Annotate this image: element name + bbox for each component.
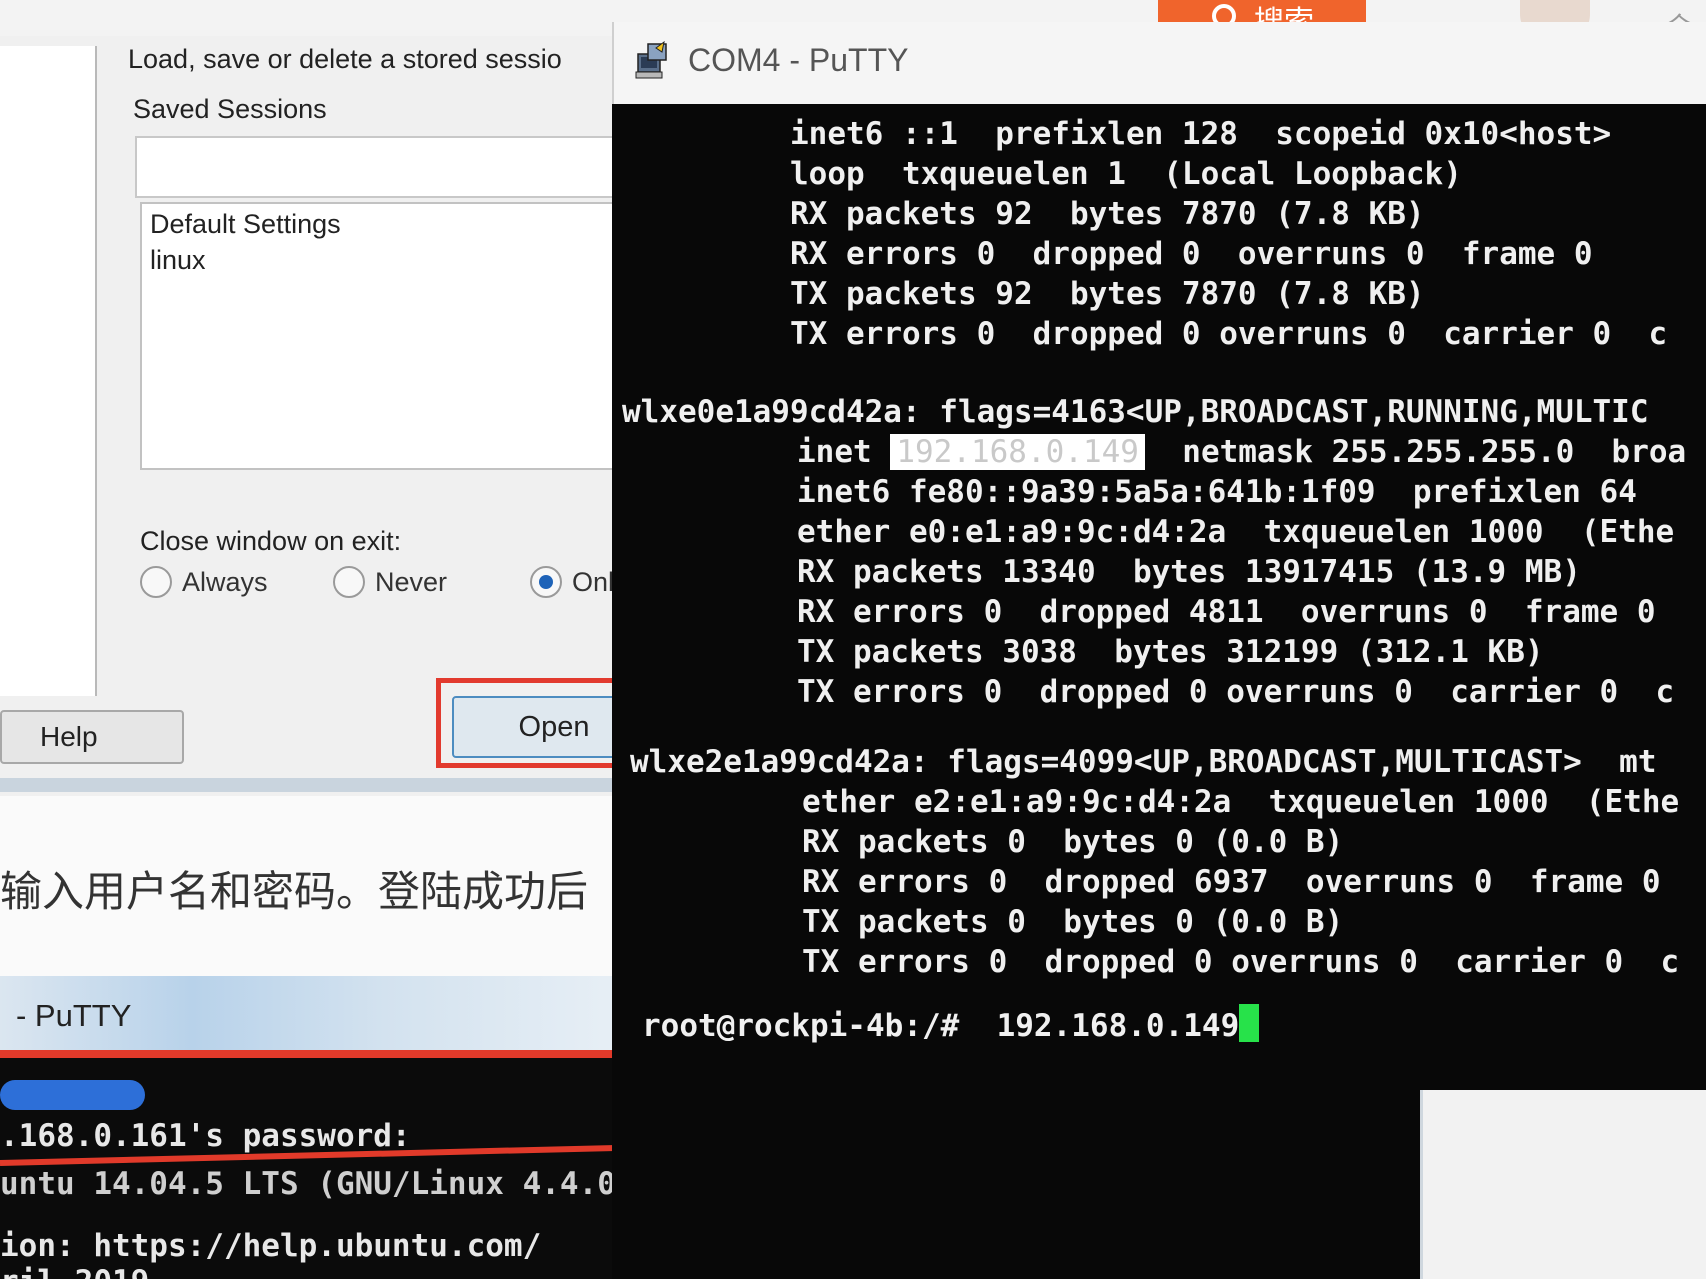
terminal-line: RX packets 92 bytes 7870 (7.8 KB) <box>790 196 1425 232</box>
terminal-line: RX packets 13340 bytes 13917415 (13.9 MB… <box>797 554 1581 590</box>
putty-window-titlebar[interactable]: - PuTTY <box>0 976 640 1058</box>
terminal-line: TX packets 92 bytes 7870 (7.8 KB) <box>790 276 1425 312</box>
terminal-prompt-line[interactable]: root@rockpi-4b:/# 192.168.0.149 <box>642 1004 1260 1044</box>
saved-sessions-input[interactable] <box>135 136 659 198</box>
terminal-line: ion: https://help.ubuntu.com/ <box>0 1228 542 1264</box>
putty-config-dialog: Load, save or delete a stored sessio Sav… <box>0 36 664 796</box>
article-text: 输入用户名和密码。登陆成功后 <box>0 867 589 916</box>
terminal-cursor <box>1239 1004 1260 1042</box>
session-item-linux[interactable]: linux <box>142 240 662 276</box>
netmask-text: netmask 255.255.255.0 broa <box>1182 434 1687 470</box>
terminal-line: RX errors 0 dropped 0 overruns 0 frame 0 <box>790 236 1593 272</box>
terminal-line: untu 14.04.5 LTS (GNU/Linux 4.4.0-109-ge… <box>0 1166 650 1202</box>
typed-command: 192.168.0.149 <box>996 1008 1240 1044</box>
radio-always-label: Always <box>182 566 268 597</box>
radio-only-label: Onl <box>572 566 615 597</box>
dialog-bottom-bar <box>0 778 640 792</box>
terminal-line: TX errors 0 dropped 0 overruns 0 carrier… <box>802 944 1680 980</box>
terminal-line: TX packets 0 bytes 0 (0.0 B) <box>802 904 1344 940</box>
saved-sessions-label: Saved Sessions <box>133 94 327 124</box>
radio-only-indicator[interactable] <box>530 566 562 598</box>
terminal-line: .168.0.161's password: <box>0 1118 411 1154</box>
terminal-line: wlxe2e1a99cd42a: flags=4099<UP,BROADCAST… <box>630 744 1657 780</box>
ssh-terminal[interactable]: .168.0.161's password: untu 14.04.5 LTS … <box>0 1058 650 1279</box>
putty-app-icon <box>635 40 667 79</box>
terminal-line: ether e2:e1:a9:9c:d4:2a txqueuelen 1000 … <box>802 784 1680 820</box>
terminal-line: TX packets 3038 bytes 312199 (312.1 KB) <box>797 634 1544 670</box>
terminal-line: loop txqueuelen 1 (Local Loopback) <box>790 156 1462 192</box>
radio-never-indicator[interactable] <box>333 566 365 598</box>
close-window-label: Close window on exit: <box>140 526 402 556</box>
com4-window-title: COM4 - PuTTY <box>688 42 909 78</box>
redaction-mark <box>0 1080 145 1110</box>
shell-prompt: root@rockpi-4b:/# <box>642 1008 960 1044</box>
radio-never[interactable]: Never <box>333 566 447 598</box>
terminal-line-inet: inet 192.168.0.149 netmask 255.255.255.0… <box>797 434 1686 470</box>
terminal-line: RX packets 0 bytes 0 (0.0 B) <box>802 824 1344 860</box>
session-item-default[interactable]: Default Settings <box>142 204 662 240</box>
terminal-line: ril 2019. <box>0 1264 168 1279</box>
red-annotation-line <box>0 1050 640 1058</box>
category-tree-panel[interactable] <box>0 46 97 696</box>
terminal-line: wlxe0e1a99cd42a: flags=4163<UP,BROADCAST… <box>622 394 1649 430</box>
inet-label: inet <box>797 434 872 470</box>
radio-always-indicator[interactable] <box>140 566 172 598</box>
terminal-line: RX errors 0 dropped 6937 overruns 0 fram… <box>802 864 1661 900</box>
article-area: 输入用户名和密码。登陆成功后 <box>0 796 640 976</box>
radio-always[interactable]: Always <box>140 566 268 598</box>
radio-only-clean[interactable]: Onl <box>530 566 614 598</box>
putty-window-title: - PuTTY <box>16 998 132 1033</box>
terminal-line: RX errors 0 dropped 4811 overruns 0 fram… <box>797 594 1656 630</box>
background-window <box>1420 1090 1706 1279</box>
com4-titlebar[interactable]: COM4 - PuTTY <box>612 22 1706 104</box>
terminal-line: ether e0:e1:a9:9c:d4:2a txqueuelen 1000 … <box>797 514 1675 550</box>
help-button[interactable]: Help <box>0 710 184 764</box>
terminal-line: TX errors 0 dropped 0 overruns 0 carrier… <box>790 316 1668 352</box>
terminal-line: inet6 fe80::9a39:5a5a:641b:1f09 prefixle… <box>797 474 1637 510</box>
session-hint-text: Load, save or delete a stored sessio <box>128 44 562 74</box>
terminal-line: inet6 ::1 prefixlen 128 scopeid 0x10<hos… <box>790 116 1612 152</box>
radio-never-label: Never <box>375 566 448 597</box>
saved-sessions-list[interactable]: Default Settings linux <box>140 202 664 470</box>
ip-address-highlight: 192.168.0.149 <box>890 434 1145 470</box>
terminal-line: TX errors 0 dropped 0 overruns 0 carrier… <box>797 674 1675 710</box>
